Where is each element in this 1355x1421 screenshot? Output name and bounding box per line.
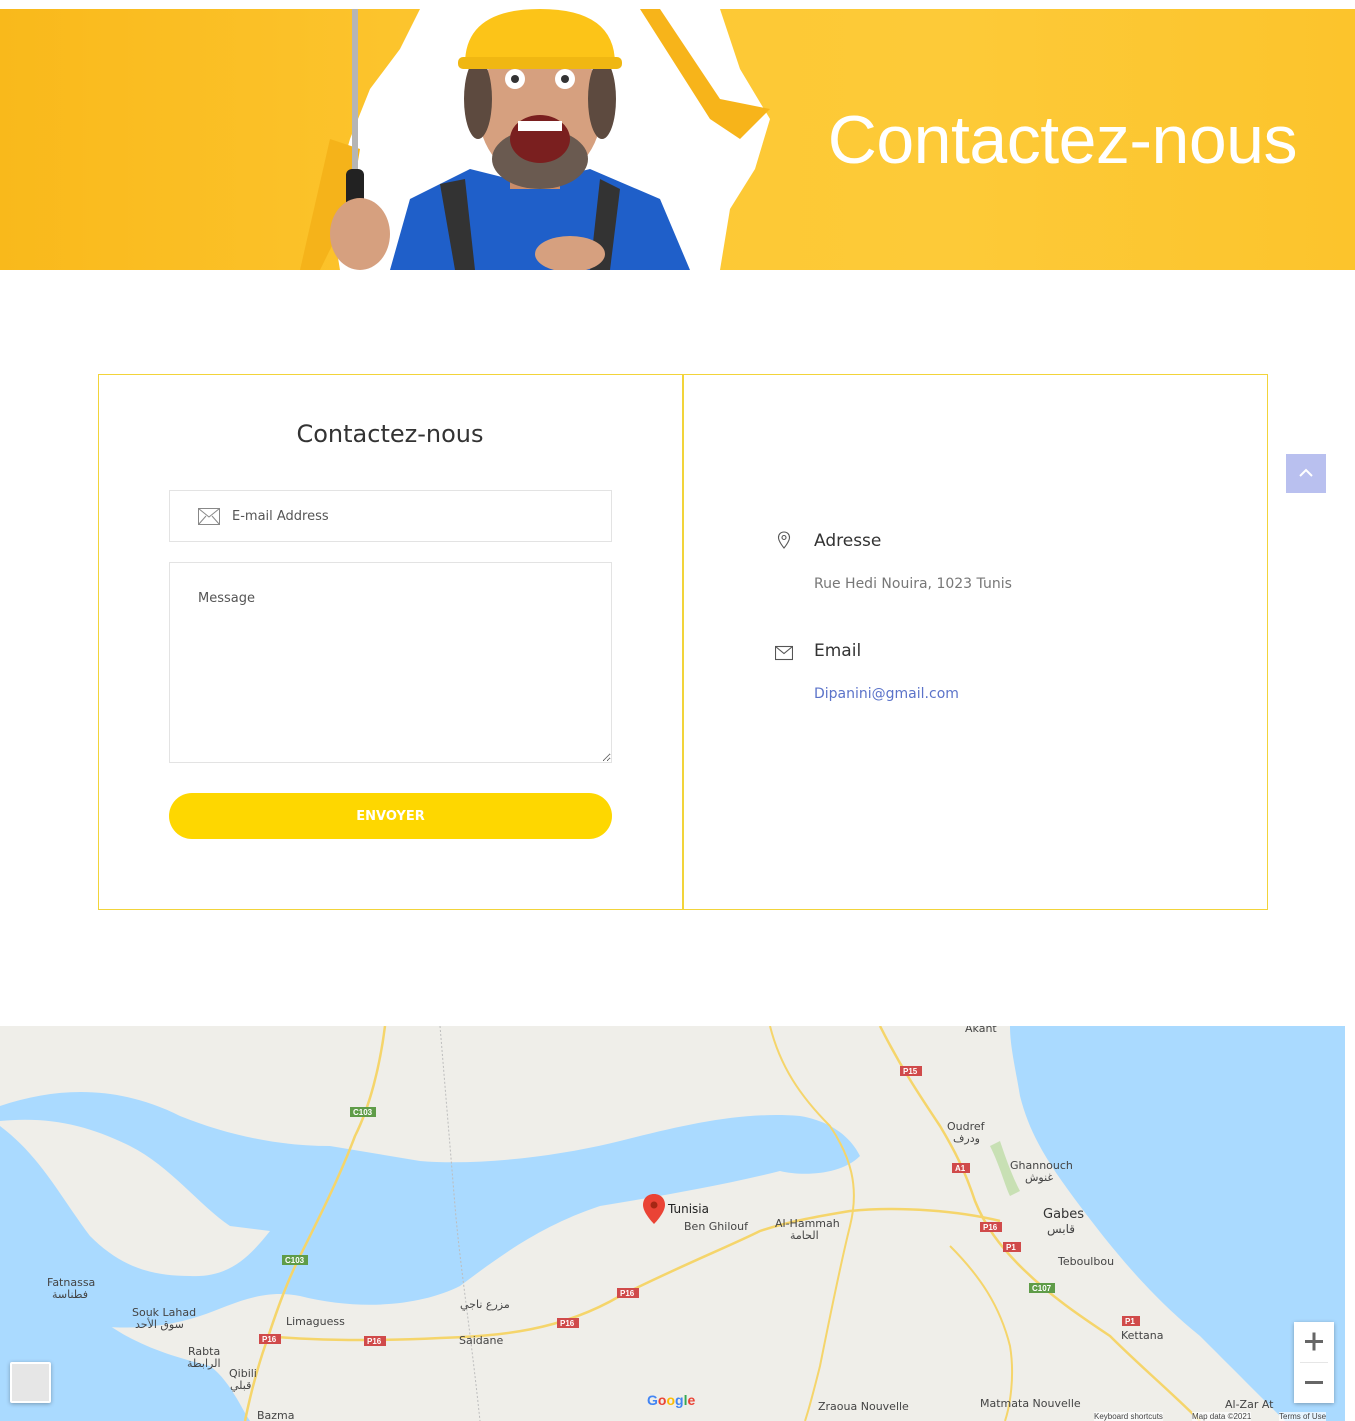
map-place-label: Gabes xyxy=(1043,1207,1085,1222)
svg-text:P16: P16 xyxy=(262,1335,277,1344)
svg-text:P16: P16 xyxy=(620,1289,635,1298)
map-place-label: غنوش xyxy=(1025,1171,1054,1184)
svg-text:P16: P16 xyxy=(983,1223,998,1232)
svg-text:P1: P1 xyxy=(1125,1317,1135,1326)
map-place-label: الرابطة xyxy=(187,1357,221,1370)
map-place-label: Al-Zar At xyxy=(1225,1398,1274,1411)
map-place-label: Limaguess xyxy=(286,1315,345,1328)
terms-of-use-link[interactable]: Terms of Use xyxy=(1279,1412,1327,1421)
svg-text:C107: C107 xyxy=(1032,1284,1052,1293)
email-field[interactable] xyxy=(169,490,612,542)
svg-text:P16: P16 xyxy=(560,1319,575,1328)
map-place-label: مزرع ناجي xyxy=(460,1298,510,1311)
svg-text:A1: A1 xyxy=(955,1164,966,1173)
svg-text:P1: P1 xyxy=(1006,1243,1016,1252)
envelope-icon xyxy=(198,508,220,525)
map-view[interactable]: C103 C103 P16 P16 P16 P16 P16 P15 A1 P1 … xyxy=(0,1026,1345,1421)
map-place-label: Akant xyxy=(965,1026,997,1035)
hero-banner: Contactez-nous xyxy=(0,9,1355,270)
zoom-out-button[interactable] xyxy=(1294,1363,1334,1403)
plus-icon xyxy=(1305,1332,1323,1351)
map-place-label: Zraoua Nouvelle xyxy=(818,1400,909,1413)
message-textarea[interactable] xyxy=(169,562,612,763)
hero-worker-image xyxy=(300,9,770,270)
map-place-label: Saidane xyxy=(459,1334,504,1347)
map-place-label: ودرف xyxy=(953,1132,980,1145)
map-marker-label: Tunisia xyxy=(668,1202,709,1216)
map-place-label: Ben Ghilouf xyxy=(684,1220,748,1233)
mail-icon xyxy=(775,645,793,661)
map-place-label: Matmata Nouvelle xyxy=(980,1397,1081,1410)
svg-text:P16: P16 xyxy=(367,1337,382,1346)
form-title: Contactez-nous xyxy=(296,420,484,448)
svg-text:P15: P15 xyxy=(903,1067,918,1076)
google-logo: Google xyxy=(647,1392,696,1408)
street-view-pegman-button[interactable] xyxy=(10,1362,51,1403)
map-zoom-control xyxy=(1294,1322,1334,1403)
contact-divider xyxy=(682,374,684,910)
address-label: Adresse xyxy=(814,531,882,551)
location-pin-icon xyxy=(777,531,791,549)
email-link[interactable]: Dipanini@gmail.com xyxy=(814,686,959,702)
email-label: Email xyxy=(814,641,862,661)
map-place-label: Bazma xyxy=(257,1409,295,1421)
map-place-label: Kettana xyxy=(1121,1329,1164,1342)
hero-title: Contactez-nous xyxy=(827,102,1298,178)
keyboard-shortcuts-link[interactable]: Keyboard shortcuts xyxy=(1094,1412,1163,1421)
svg-text:C103: C103 xyxy=(353,1108,373,1117)
map-place-label: قبلي xyxy=(230,1379,252,1392)
minus-icon xyxy=(1305,1381,1323,1384)
map-place-label: قابس xyxy=(1047,1222,1076,1236)
map-place-label: الحامة xyxy=(790,1229,819,1242)
address-value: Rue Hedi Nouira, 1023 Tunis xyxy=(814,576,1012,592)
svg-text:C103: C103 xyxy=(285,1256,305,1265)
scroll-to-top-button[interactable] xyxy=(1286,454,1326,493)
chevron-up-icon xyxy=(1299,468,1313,477)
map-place-label: Teboulbou xyxy=(1058,1255,1115,1268)
map-place-label: سوق الأحد xyxy=(135,1318,184,1331)
send-button[interactable]: ENVOYER xyxy=(169,793,612,839)
map-data-attribution: Map data ©2021 xyxy=(1192,1412,1252,1421)
email-input[interactable] xyxy=(232,491,602,541)
map-place-label: فطناسة xyxy=(52,1288,89,1301)
zoom-in-button[interactable] xyxy=(1294,1322,1334,1362)
